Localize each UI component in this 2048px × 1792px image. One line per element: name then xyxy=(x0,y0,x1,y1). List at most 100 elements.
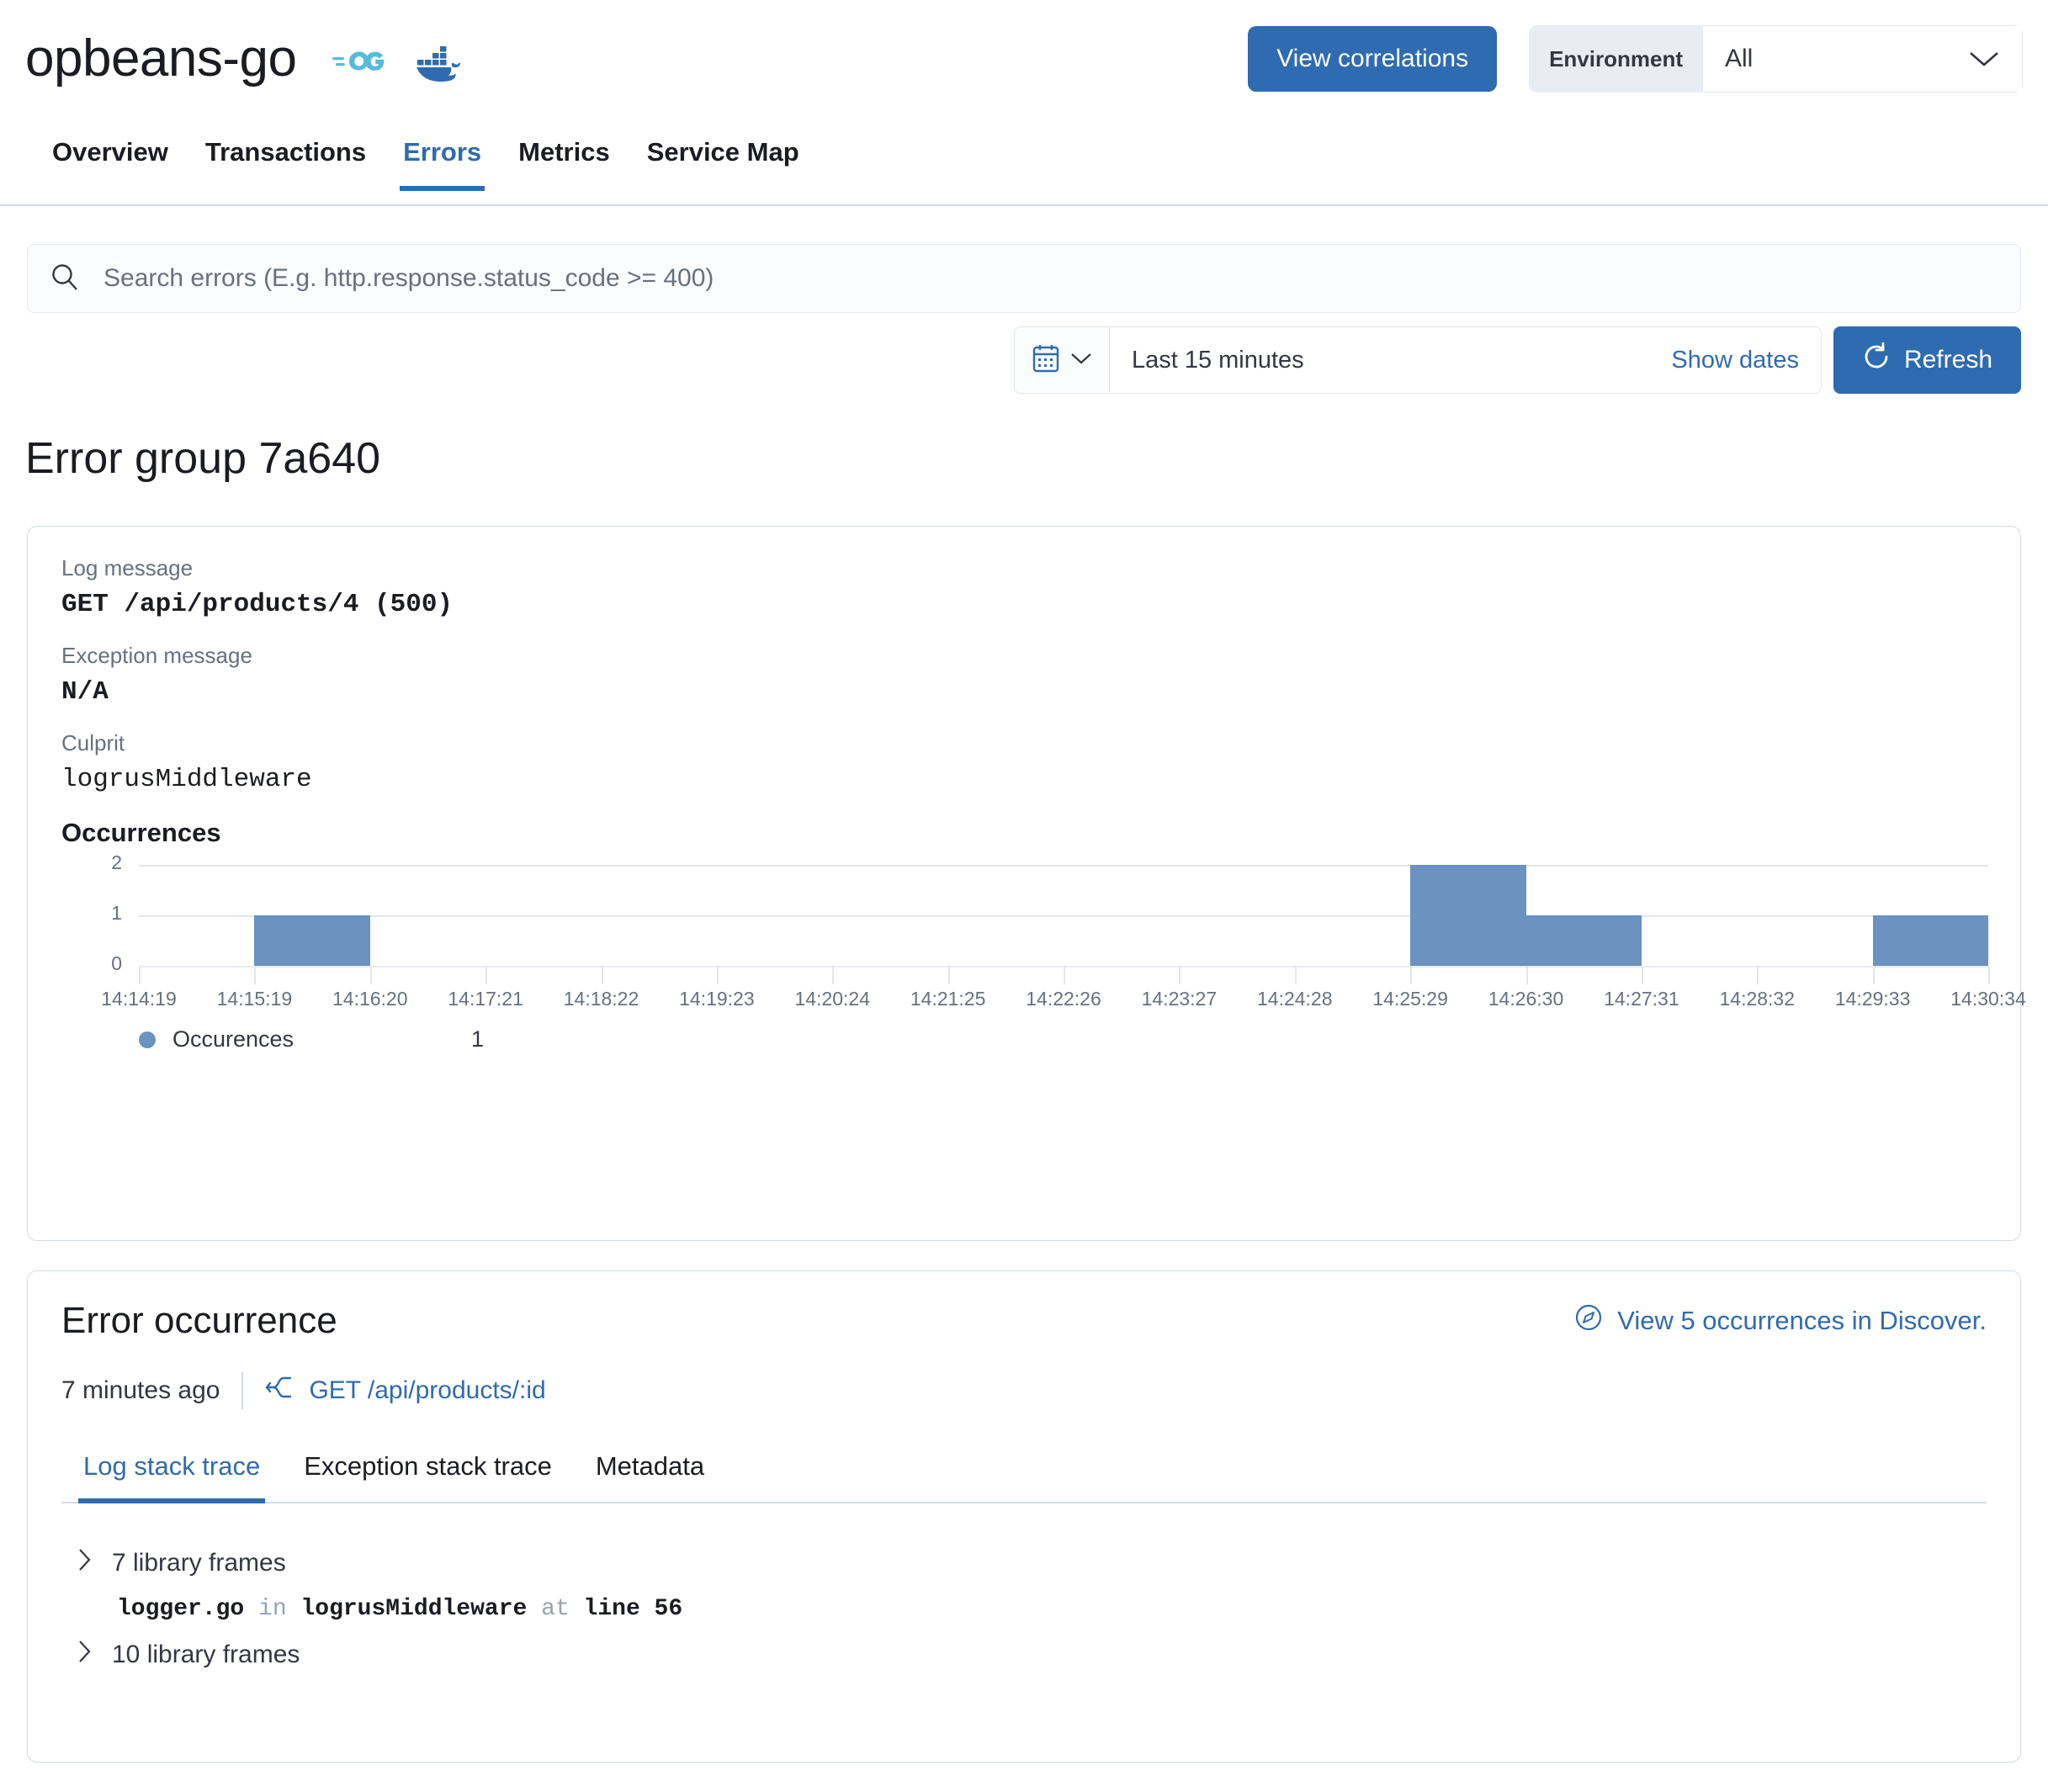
go-icon xyxy=(332,47,385,80)
frame-in-keyword: in xyxy=(258,1596,287,1622)
chart-x-tick xyxy=(1410,966,1413,984)
date-range-text[interactable]: Last 15 minutes xyxy=(1110,327,1649,393)
chart-x-tick xyxy=(1872,966,1875,984)
search-input[interactable] xyxy=(103,264,1998,293)
chart-bars xyxy=(139,865,1988,966)
related-transaction-link[interactable]: GET /api/products/:id xyxy=(265,1373,546,1408)
chart-x-tick xyxy=(1988,966,1990,984)
chart-bar[interactable] xyxy=(1410,865,1526,966)
chart-y-tick-label: 0 xyxy=(111,952,122,974)
chart-bar[interactable] xyxy=(1872,915,1988,966)
occurrence-title: Error occurrence xyxy=(61,1300,337,1341)
tab-service-map[interactable]: Service Map xyxy=(629,130,818,189)
page-title-service: opbeans-go xyxy=(25,29,297,88)
chart-x-tick xyxy=(369,966,372,984)
view-in-discover-link[interactable]: View 5 occurrences in Discover. xyxy=(1573,1302,1987,1339)
library-frames-toggle[interactable]: 7 library frames xyxy=(61,1540,1987,1586)
error-occurrence-card: Error occurrence View 5 occurrences in D… xyxy=(27,1270,2021,1763)
tab-overview[interactable]: Overview xyxy=(34,130,187,189)
compass-icon xyxy=(1573,1302,1604,1339)
chevron-right-icon xyxy=(77,1639,93,1671)
library-frames-label: 7 library frames xyxy=(112,1549,286,1577)
chart-x-tick xyxy=(947,966,950,984)
chart-x-tick xyxy=(1757,966,1759,984)
log-message-label: Log message xyxy=(61,555,194,581)
calendar-quick-select-button[interactable] xyxy=(1014,327,1110,393)
search-box[interactable] xyxy=(27,244,2021,313)
chart-bar[interactable] xyxy=(1525,915,1642,966)
stack-frame[interactable]: logger.go in logrusMiddleware at line 56 xyxy=(61,1586,1987,1632)
chart-x-tick xyxy=(1525,966,1528,984)
refresh-button[interactable]: Refresh xyxy=(1833,326,2021,394)
chart-x-tick-label: 14:14:19 xyxy=(101,988,177,1010)
chart-x-tick-label: 14:26:30 xyxy=(1488,988,1564,1010)
legend-series-value: 1 xyxy=(471,1026,485,1052)
tab-errors[interactable]: Errors xyxy=(385,130,500,191)
legend-color-dot xyxy=(139,1031,156,1048)
library-frames-label-2: 10 library frames xyxy=(112,1641,300,1668)
chart-x-tick-label: 14:18:22 xyxy=(563,988,639,1010)
docker-icon xyxy=(415,41,462,86)
meta-divider xyxy=(241,1372,244,1409)
chart-x-tick-label: 14:30:34 xyxy=(1950,988,2026,1010)
frame-file: logger.go xyxy=(117,1596,245,1622)
tab-metrics[interactable]: Metrics xyxy=(500,130,629,189)
chevron-right-icon xyxy=(77,1547,93,1579)
chart-x-tick-label: 14:16:20 xyxy=(332,988,408,1010)
chart-x-tick-label: 14:27:31 xyxy=(1604,988,1679,1010)
chart-x-tick-label: 14:19:23 xyxy=(679,988,755,1010)
chart-x-tick xyxy=(716,966,719,984)
chart-x-tick-label: 14:25:29 xyxy=(1372,988,1448,1010)
show-dates-button[interactable]: Show dates xyxy=(1649,327,1821,393)
super-date-picker: Last 15 minutes Show dates xyxy=(1013,326,1822,394)
environment-filter: Environment All xyxy=(1529,25,2023,93)
refresh-icon xyxy=(1862,342,1891,378)
refresh-label: Refresh xyxy=(1903,346,1992,374)
stack-trace-list: 7 library frames logger.go in logrusMidd… xyxy=(61,1540,1987,1678)
chart-bar[interactable] xyxy=(254,915,370,966)
view-correlations-button[interactable]: View correlations xyxy=(1248,26,1498,92)
chevron-down-icon xyxy=(1070,351,1092,370)
tab-transactions[interactable]: Transactions xyxy=(187,130,385,189)
occurrences-heading: Occurrences xyxy=(61,818,221,847)
environment-label: Environment xyxy=(1529,25,1703,93)
frame-line-number: line 56 xyxy=(583,1596,683,1622)
chart-x-tick xyxy=(254,966,257,984)
chart-x-tick-label: 14:17:21 xyxy=(448,988,523,1010)
chart-y-tick-label: 2 xyxy=(111,851,122,873)
occurrence-tabs: Log stack trace Exception stack trace Me… xyxy=(61,1445,1987,1503)
chart-x-tick xyxy=(1179,966,1181,984)
library-frames-toggle-2[interactable]: 10 library frames xyxy=(61,1632,1987,1678)
chart-x-tick xyxy=(1294,966,1297,984)
chart-legend: Occurences 1 xyxy=(139,1026,484,1052)
log-message-value: GET /api/products/4 (500) xyxy=(61,590,454,619)
environment-select[interactable]: All xyxy=(1703,25,2023,93)
header-actions: View correlations Environment All xyxy=(1248,25,2023,93)
chart-x-ticks xyxy=(139,966,1990,984)
tab-metadata[interactable]: Metadata xyxy=(574,1445,726,1502)
merge-icon xyxy=(265,1373,294,1408)
legend-series-name: Occurences xyxy=(172,1026,294,1052)
chart-x-tick-label: 14:28:32 xyxy=(1719,988,1796,1010)
chart-x-tick xyxy=(139,966,141,984)
error-details-card: Log message GET /api/products/4 (500) Ex… xyxy=(27,526,2026,1241)
tab-log-stack-trace[interactable]: Log stack trace xyxy=(61,1445,282,1503)
search-icon xyxy=(50,262,80,296)
culprit-label: Culprit xyxy=(61,730,125,756)
frame-at-keyword: at xyxy=(541,1596,570,1622)
transaction-name: GET /api/products/:id xyxy=(309,1376,546,1404)
culprit-value: logrusMiddleware xyxy=(61,765,312,794)
occurrences-chart[interactable]: 012 14:14:19 14:15:19 14:16:20 14:17:21 14:1… xyxy=(61,851,2026,1058)
page-header: opbeans-go View correlations Environment… xyxy=(0,0,2048,118)
tab-exception-stack-trace[interactable]: Exception stack trace xyxy=(282,1445,574,1502)
chart-x-tick-label: 14:20:24 xyxy=(794,988,871,1010)
occurrence-header: Error occurrence View 5 occurrences in D… xyxy=(61,1300,1987,1342)
chevron-down-icon xyxy=(1968,49,2000,69)
chart-x-tick-label: 14:22:26 xyxy=(1026,988,1101,1010)
exception-message-value: N/A xyxy=(61,677,109,707)
chart-x-tick-label: 14:24:28 xyxy=(1256,988,1333,1010)
datepicker-row: Last 15 minutes Show dates Refresh xyxy=(1013,326,2021,394)
chart-x-tick-label: 14:23:27 xyxy=(1141,988,1218,1010)
frame-function: logrusMiddleware xyxy=(300,1596,528,1622)
chart-x-tick xyxy=(1641,966,1643,984)
